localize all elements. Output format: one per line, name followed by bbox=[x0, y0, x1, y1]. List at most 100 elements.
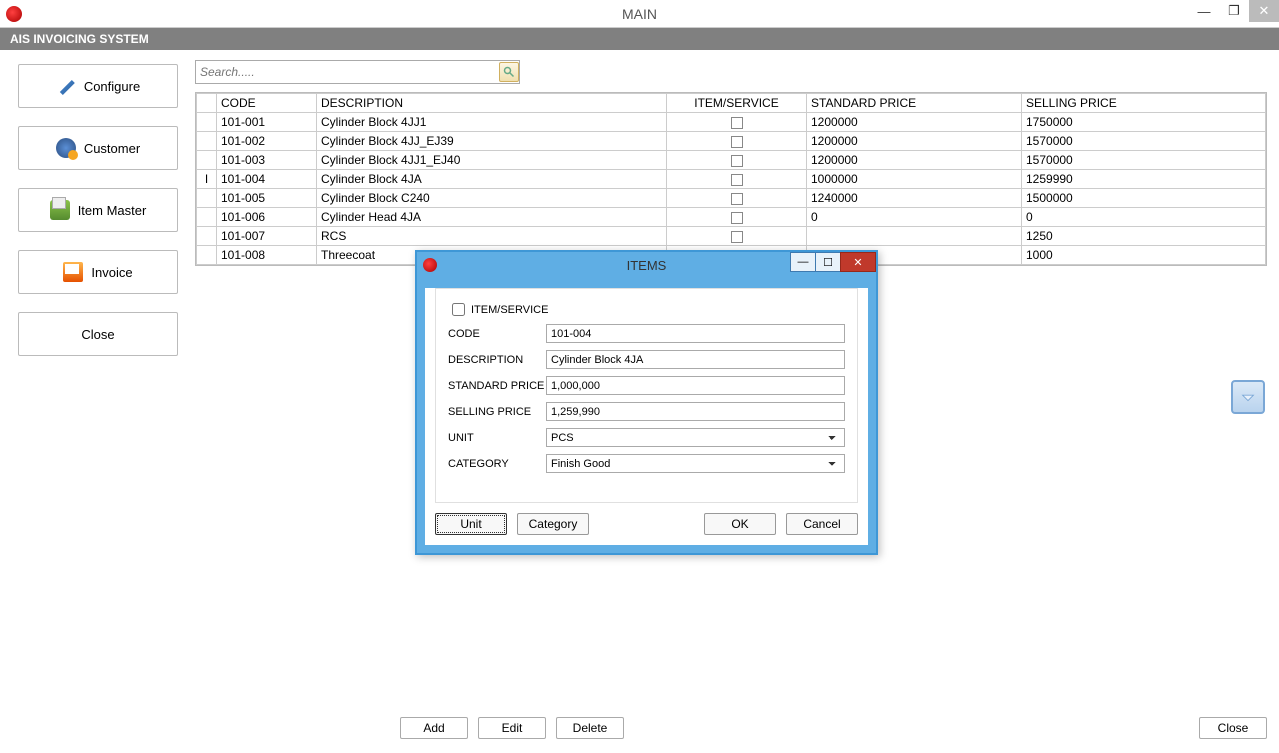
cell-code[interactable]: 101-004 bbox=[217, 170, 317, 189]
cell-description[interactable]: Cylinder Head 4JA bbox=[317, 208, 667, 227]
cell-code[interactable]: 101-008 bbox=[217, 246, 317, 265]
table-row[interactable]: 101-001Cylinder Block 4JJ1 12000001750000 bbox=[197, 113, 1266, 132]
category-label: CATEGORY bbox=[448, 458, 546, 470]
cell-standard-price[interactable]: 1200000 bbox=[807, 113, 1022, 132]
item-service-checkbox-cell[interactable] bbox=[731, 136, 743, 148]
unit-button[interactable]: Unit bbox=[435, 513, 507, 535]
cell-description[interactable]: Cylinder Block 4JJ1 bbox=[317, 113, 667, 132]
cell-selling-price[interactable]: 1000 bbox=[1022, 246, 1266, 265]
search-icon[interactable] bbox=[499, 62, 519, 82]
scroll-down-button[interactable] bbox=[1231, 380, 1265, 414]
table-row[interactable]: 101-007RCS 1250 bbox=[197, 227, 1266, 246]
item-service-checkbox-cell[interactable] bbox=[731, 174, 743, 186]
col-standard-price[interactable]: STANDARD PRICE bbox=[807, 94, 1022, 113]
item-service-checkbox-cell[interactable] bbox=[731, 117, 743, 129]
cell-item-service[interactable] bbox=[667, 151, 807, 170]
cell-code[interactable]: 101-007 bbox=[217, 227, 317, 246]
configure-button[interactable]: Configure bbox=[18, 64, 178, 108]
cell-item-service[interactable] bbox=[667, 227, 807, 246]
cell-description[interactable]: Cylinder Block 4JA bbox=[317, 170, 667, 189]
customer-button[interactable]: Customer bbox=[18, 126, 178, 170]
item-service-checkbox-cell[interactable] bbox=[731, 155, 743, 167]
sidebar: Configure Customer Item Master Invoice C… bbox=[0, 50, 195, 753]
cell-code[interactable]: 101-006 bbox=[217, 208, 317, 227]
dialog-close-button[interactable]: ✕ bbox=[840, 252, 876, 272]
configure-label: Configure bbox=[84, 79, 140, 94]
close-window-button[interactable]: ✕ bbox=[1249, 0, 1279, 22]
cancel-button[interactable]: Cancel bbox=[786, 513, 858, 535]
table-row[interactable]: 101-002Cylinder Block 4JJ_EJ39 1200000157… bbox=[197, 132, 1266, 151]
item-master-icon bbox=[50, 200, 70, 220]
invoice-icon bbox=[63, 262, 83, 282]
cell-code[interactable]: 101-001 bbox=[217, 113, 317, 132]
col-code[interactable]: CODE bbox=[217, 94, 317, 113]
category-button[interactable]: Category bbox=[517, 513, 589, 535]
description-field[interactable] bbox=[546, 350, 845, 369]
minimize-button[interactable]: — bbox=[1189, 0, 1219, 22]
cell-item-service[interactable] bbox=[667, 208, 807, 227]
selling-price-field[interactable] bbox=[546, 402, 845, 421]
cell-selling-price[interactable]: 1750000 bbox=[1022, 113, 1266, 132]
table-row[interactable]: 101-003Cylinder Block 4JJ1_EJ40 120000015… bbox=[197, 151, 1266, 170]
item-service-checkbox-cell[interactable] bbox=[731, 231, 743, 243]
item-service-checkbox[interactable] bbox=[452, 303, 465, 316]
col-selling-price[interactable]: SELLING PRICE bbox=[1022, 94, 1266, 113]
cell-standard-price[interactable]: 0 bbox=[807, 208, 1022, 227]
ok-button[interactable]: OK bbox=[704, 513, 776, 535]
col-description[interactable]: DESCRIPTION bbox=[317, 94, 667, 113]
cell-description[interactable]: Cylinder Block C240 bbox=[317, 189, 667, 208]
cell-standard-price[interactable]: 1200000 bbox=[807, 132, 1022, 151]
search-box[interactable] bbox=[195, 60, 520, 84]
col-item-service[interactable]: ITEM/SERVICE bbox=[667, 94, 807, 113]
add-button[interactable]: Add bbox=[400, 717, 468, 739]
dialog-maximize-button[interactable]: ☐ bbox=[815, 252, 841, 272]
table-row[interactable]: 101-005Cylinder Block C240 12400001500000 bbox=[197, 189, 1266, 208]
invoice-label: Invoice bbox=[91, 265, 132, 280]
cell-selling-price[interactable]: 1259990 bbox=[1022, 170, 1266, 189]
maximize-button[interactable]: ❐ bbox=[1219, 0, 1249, 22]
item-service-checkbox-cell[interactable] bbox=[731, 193, 743, 205]
delete-button[interactable]: Delete bbox=[556, 717, 624, 739]
cell-selling-price[interactable]: 1250 bbox=[1022, 227, 1266, 246]
cell-selling-price[interactable]: 1570000 bbox=[1022, 151, 1266, 170]
cell-item-service[interactable] bbox=[667, 189, 807, 208]
items-grid[interactable]: CODE DESCRIPTION ITEM/SERVICE STANDARD P… bbox=[195, 92, 1267, 266]
cell-standard-price[interactable] bbox=[807, 227, 1022, 246]
cell-description[interactable]: Cylinder Block 4JJ_EJ39 bbox=[317, 132, 667, 151]
category-select[interactable]: Finish Good bbox=[546, 454, 845, 473]
unit-label: UNIT bbox=[448, 432, 546, 444]
cell-selling-price[interactable]: 0 bbox=[1022, 208, 1266, 227]
cell-code[interactable]: 101-002 bbox=[217, 132, 317, 151]
cell-item-service[interactable] bbox=[667, 170, 807, 189]
unit-select[interactable]: PCS bbox=[546, 428, 845, 447]
cell-item-service[interactable] bbox=[667, 132, 807, 151]
table-row[interactable]: I101-004Cylinder Block 4JA10000001259990 bbox=[197, 170, 1266, 189]
table-row[interactable]: 101-006Cylinder Head 4JA 00 bbox=[197, 208, 1266, 227]
cell-code[interactable]: 101-003 bbox=[217, 151, 317, 170]
cell-description[interactable]: RCS bbox=[317, 227, 667, 246]
row-indicator bbox=[197, 227, 217, 246]
item-master-button[interactable]: Item Master bbox=[18, 188, 178, 232]
cell-selling-price[interactable]: 1570000 bbox=[1022, 132, 1266, 151]
cell-code[interactable]: 101-005 bbox=[217, 189, 317, 208]
edit-button[interactable]: Edit bbox=[478, 717, 546, 739]
standard-price-field[interactable] bbox=[546, 376, 845, 395]
cell-description[interactable]: Cylinder Block 4JJ1_EJ40 bbox=[317, 151, 667, 170]
cell-selling-price[interactable]: 1500000 bbox=[1022, 189, 1266, 208]
search-input[interactable] bbox=[200, 65, 499, 79]
cell-standard-price[interactable]: 1240000 bbox=[807, 189, 1022, 208]
window-title: MAIN bbox=[622, 6, 657, 22]
items-dialog: ITEMS — ☐ ✕ ITEM/SERVICE CODE DESCRIPTIO… bbox=[415, 250, 878, 555]
items-dialog-titlebar[interactable]: ITEMS — ☐ ✕ bbox=[417, 252, 876, 278]
code-field[interactable] bbox=[546, 324, 845, 343]
sidebar-close-button[interactable]: Close bbox=[18, 312, 178, 356]
bottom-close-button[interactable]: Close bbox=[1199, 717, 1267, 739]
cell-standard-price[interactable]: 1000000 bbox=[807, 170, 1022, 189]
dialog-minimize-button[interactable]: — bbox=[790, 252, 816, 272]
item-service-checkbox-cell[interactable] bbox=[731, 212, 743, 224]
titlebar: MAIN — ❐ ✕ bbox=[0, 0, 1279, 28]
dialog-body: ITEM/SERVICE CODE DESCRIPTION STANDARD P… bbox=[425, 288, 868, 545]
invoice-button[interactable]: Invoice bbox=[18, 250, 178, 294]
cell-item-service[interactable] bbox=[667, 113, 807, 132]
cell-standard-price[interactable]: 1200000 bbox=[807, 151, 1022, 170]
